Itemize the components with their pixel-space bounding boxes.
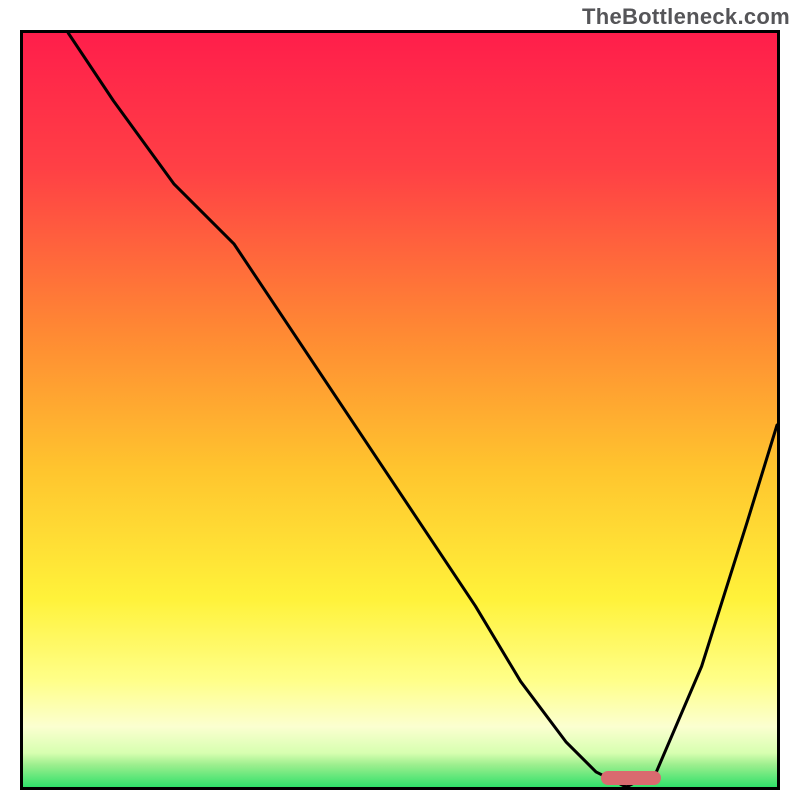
optimal-marker (601, 771, 662, 785)
chart-plot-area (20, 30, 780, 790)
watermark-text: TheBottleneck.com (582, 4, 790, 30)
chart-curve (23, 33, 777, 787)
